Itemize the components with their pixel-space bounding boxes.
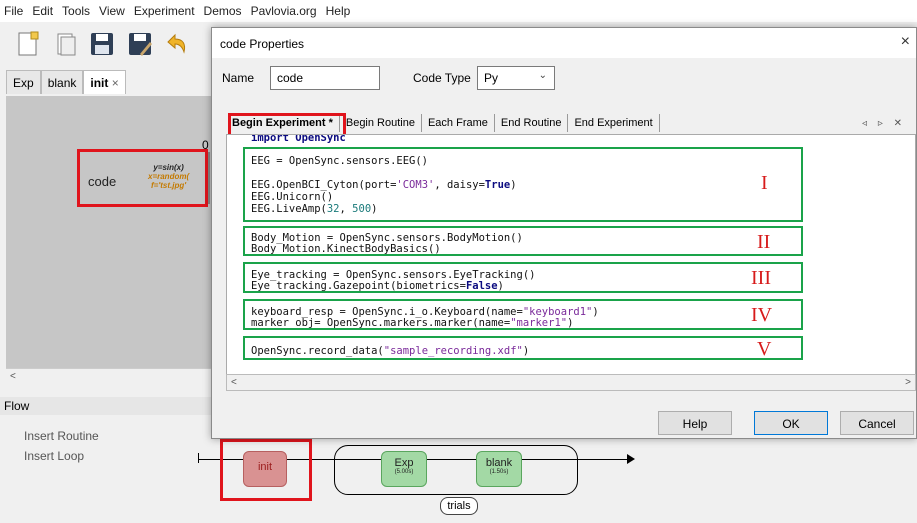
close-icon[interactable]: ×	[901, 33, 910, 51]
horizontal-scrollbar[interactable]: <	[6, 368, 216, 386]
close-icon[interactable]: ×	[112, 76, 119, 90]
loop-name: trials	[447, 500, 471, 512]
code-type-label: Code Type	[413, 71, 471, 85]
name-input[interactable]: code	[270, 66, 380, 90]
section-box-eye-tracking	[243, 262, 803, 293]
tab-exp[interactable]: Exp	[6, 70, 41, 94]
routine-name: blank	[485, 457, 513, 469]
help-button[interactable]: Help	[658, 411, 732, 435]
timeline-line	[208, 152, 210, 204]
section-box-recording	[243, 336, 803, 360]
tab-end-experiment[interactable]: End Experiment	[568, 114, 660, 132]
section-box-eeg	[243, 147, 803, 222]
routine-duration: (5.00s)	[394, 469, 414, 475]
code-type-value: Py	[484, 71, 499, 85]
tab-begin-routine[interactable]: Begin Routine	[340, 114, 422, 132]
routine-canvas	[6, 96, 216, 368]
routine-name: Exp	[394, 457, 414, 469]
menu-file[interactable]: File	[4, 4, 23, 18]
open-file-icon[interactable]	[52, 30, 80, 58]
section-label-2: II	[757, 231, 771, 253]
menu-edit[interactable]: Edit	[32, 4, 53, 18]
insert-routine-button[interactable]: Insert Routine	[24, 429, 99, 443]
highlight-code-component	[77, 149, 208, 207]
cancel-button[interactable]: Cancel	[840, 411, 914, 435]
loop-label[interactable]: trials	[440, 497, 478, 515]
routine-duration: (1.50s)	[489, 469, 509, 475]
code-editor[interactable]: import OpenSync EEG = OpenSync.sensors.E…	[226, 134, 916, 381]
name-label: Name	[222, 71, 255, 85]
tab-end-routine[interactable]: End Routine	[495, 114, 569, 132]
section-box-markers	[243, 299, 803, 330]
flow-start-tick	[198, 453, 199, 463]
menu-bar: File Edit Tools View Experiment Demos Pa…	[0, 0, 917, 22]
menu-demos[interactable]: Demos	[204, 4, 242, 18]
chevron-down-icon: ⌄	[538, 70, 547, 81]
tab-scroll-arrows[interactable]: ◃ ▹ ✕	[862, 118, 906, 129]
undo-icon[interactable]	[162, 30, 190, 58]
tab-label: init	[90, 76, 109, 90]
tab-blank[interactable]: blank	[40, 70, 84, 94]
section-box-body-motion	[243, 226, 803, 256]
new-file-icon[interactable]	[14, 30, 42, 58]
section-label-3: III	[751, 267, 771, 289]
menu-tools[interactable]: Tools	[62, 4, 90, 18]
code-line-import: import OpenSync	[251, 134, 346, 144]
scroll-right-icon[interactable]: >	[905, 377, 911, 388]
ok-button[interactable]: OK	[754, 411, 828, 435]
flow-routine-exp[interactable]: Exp (5.00s)	[381, 451, 427, 487]
section-label-1: I	[761, 172, 768, 194]
tab-each-frame[interactable]: Each Frame	[422, 114, 495, 132]
dialog-title-bar: code Properties ×	[212, 28, 916, 58]
section-label-4: IV	[751, 304, 773, 326]
menu-help[interactable]: Help	[326, 4, 351, 18]
editor-horizontal-scrollbar[interactable]: < >	[226, 374, 916, 391]
menu-experiment[interactable]: Experiment	[134, 4, 195, 18]
menu-pavlovia[interactable]: Pavlovia.org	[251, 4, 317, 18]
code-type-select[interactable]: Py ⌄	[477, 66, 555, 90]
highlight-init-routine	[220, 439, 312, 501]
tab-label: Exp	[13, 76, 34, 90]
loop-path	[334, 445, 578, 495]
menu-view[interactable]: View	[99, 4, 125, 18]
dialog-title: code Properties	[220, 37, 305, 51]
save-as-icon[interactable]	[126, 30, 154, 58]
save-icon[interactable]	[88, 30, 116, 58]
tab-init[interactable]: init ×	[83, 70, 126, 94]
routine-tabs: Exp blank init ×	[6, 70, 206, 96]
flow-arrow-icon	[627, 454, 635, 464]
flow-routine-blank[interactable]: blank (1.50s)	[476, 451, 522, 487]
tab-label: blank	[47, 76, 77, 90]
scroll-left-icon[interactable]: <	[10, 371, 16, 382]
code-properties-dialog: code Properties × Name code Code Type Py…	[211, 27, 917, 439]
code-text: import OpenSync	[251, 134, 346, 144]
scroll-left-icon[interactable]: <	[231, 377, 237, 388]
insert-loop-button[interactable]: Insert Loop	[24, 449, 84, 463]
section-label-5: V	[757, 338, 772, 360]
